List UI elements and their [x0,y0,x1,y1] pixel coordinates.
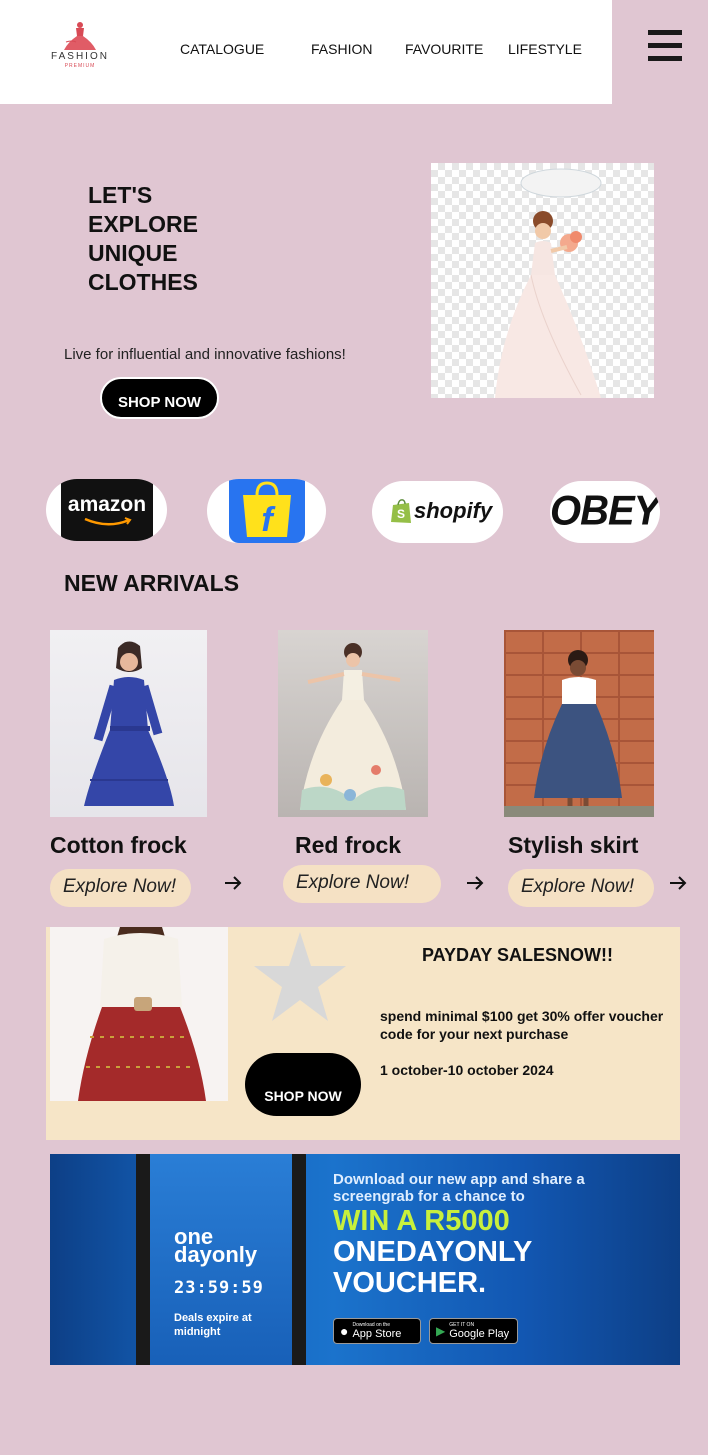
shopify-label: shopify [414,498,493,523]
nav-favourite[interactable]: FAVOURITE [405,41,483,57]
brand-shopify[interactable]: S shopify [372,481,503,543]
arrow-right-icon[interactable] [464,872,486,894]
hero-title: LET'S EXPLORE UNIQUE CLOTHES [88,182,198,295]
google-play-label: Google Play [449,1328,510,1340]
brand-obey[interactable]: OBEY [550,481,660,543]
apple-icon: ● [340,1323,349,1339]
product-name[interactable]: Red frock [295,832,401,859]
amazon-logo: amazon [61,479,153,541]
nav-fashion[interactable]: FASHION [311,41,372,57]
explore-now-button[interactable]: Explore Now! [508,869,654,907]
svg-text:S: S [397,507,405,521]
countdown-timer: 23:59:59 [174,1278,264,1298]
download-text: Download our new app and share a screeng… [333,1171,585,1205]
deals-expire-text: Deals expire at midnight [174,1312,252,1338]
product-image-red-frock[interactable] [278,630,428,817]
promo-model-image [50,927,228,1101]
amazon-label: amazon [67,493,147,516]
product-name[interactable]: Stylish skirt [508,832,638,859]
brand-tagline: PREMIUM [64,63,96,69]
arrow-right-icon[interactable] [667,872,689,894]
promo-title: PAYDAY SALESNOW!! [422,945,614,965]
hero-subtitle: Live for influential and innovative fash… [64,346,346,363]
win-text: WIN A R5000 [333,1205,510,1237]
product-image-cotton-frock[interactable] [50,630,207,817]
star-icon [254,932,346,1021]
hamburger-menu-icon[interactable] [646,26,686,66]
brand-name: FASHION [51,51,109,62]
explore-now-button[interactable]: Explore Now! [283,865,441,903]
hero-shop-now-button[interactable]: SHOP NOW [100,377,219,419]
hero-bride-image [431,163,654,398]
flipkart-logo: f [229,479,305,543]
nav-catalogue[interactable]: CATALOGUE [180,41,264,57]
voucher-text: ONEDAYONLY VOUCHER. [333,1236,532,1299]
google-play-button[interactable]: ▶ GET IT ON Google Play [429,1318,518,1344]
app-download-banner[interactable]: one dayonly 23:59:59 Deals expire at mid… [50,1154,680,1365]
app-store-button[interactable]: ● Download on the App Store [333,1318,421,1344]
promo-dates: 1 october-10 october 2024 [380,1062,554,1078]
brand-flipkart[interactable]: f flipkart [207,479,326,543]
amazon-smile-icon [84,517,132,526]
new-arrivals-title: NEW ARRIVALS [64,570,240,596]
logo-line-two: dayonly [174,1242,258,1267]
app-store-label: App Store [352,1328,402,1340]
explore-now-button[interactable]: Explore Now! [50,869,191,907]
promo-text: spend minimal $100 get 30% offer voucher… [380,1008,664,1042]
onedayonly-logo: one dayonly [174,1226,258,1267]
brand-amazon[interactable]: amazon [46,479,167,541]
product-image-stylish-skirt[interactable] [504,630,654,817]
product-name[interactable]: Cotton frock [50,832,187,859]
shopify-bag-icon: S [391,499,411,523]
play-icon: ▶ [436,1324,446,1338]
nav-lifestyle[interactable]: LIFESTYLE [508,41,582,57]
arrow-right-icon[interactable] [222,872,244,894]
promo-shop-now-button[interactable]: SHOP NOW [245,1053,361,1116]
obey-label: OBEY [550,487,660,535]
flipkart-bag-icon: f [243,481,291,539]
